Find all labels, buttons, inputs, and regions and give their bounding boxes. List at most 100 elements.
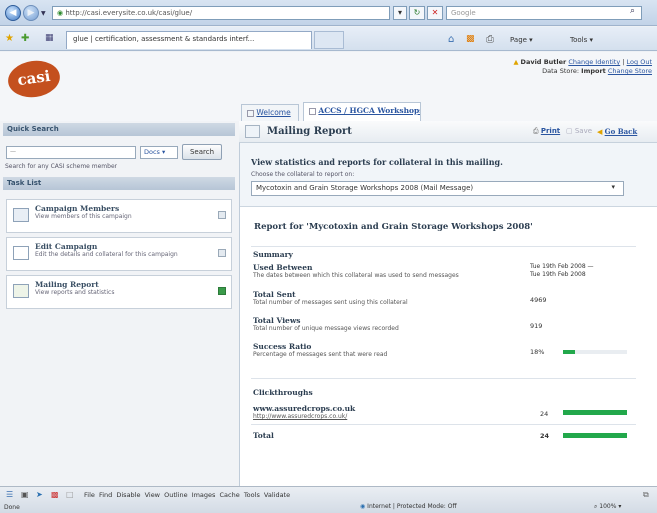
new-tab-button[interactable] (314, 31, 344, 49)
history-dropdown-icon[interactable]: ▼ (41, 10, 46, 17)
command-bar: Page ▾ Tools ▾ (474, 32, 657, 48)
zoom-control[interactable]: ⌕ 100% ▾ (594, 503, 621, 511)
used-between-value: Tue 19th Feb 2008 — Tue 19th Feb 2008 (530, 263, 594, 279)
row-desc: Total number of messages sent using this… (253, 299, 408, 306)
success-ratio-track (563, 350, 627, 354)
user-info: ▲ David Butler Change Identity | Log Out… (513, 58, 652, 75)
data-store-label: Data Store: (542, 67, 580, 75)
print-icon: ⎙ (533, 127, 539, 135)
stop-icon[interactable]: ✕ (427, 6, 443, 20)
success-ratio-value: 18% (530, 348, 545, 356)
forward-icon[interactable]: ▶ (23, 5, 39, 21)
search-button[interactable]: Search (182, 144, 222, 160)
success-ratio-bar (563, 350, 575, 354)
devbar-view[interactable]: View (145, 491, 160, 499)
devbar-cache[interactable]: Cache (220, 491, 240, 499)
add-favorites-icon[interactable]: ✚ (21, 33, 29, 44)
quick-search-header: Quick Search (3, 123, 235, 136)
clickthroughs-heading: Clickthroughs (253, 388, 313, 397)
clear-icon[interactable]: ▩ (51, 490, 59, 499)
favorites-star-icon[interactable]: ★ (5, 33, 14, 44)
task-mailing-report[interactable]: Mailing Report View reports and statisti… (6, 275, 232, 309)
divider (251, 424, 636, 425)
total-label: Total (253, 431, 274, 440)
row-total-views: Total Views Total number of unique messa… (253, 316, 523, 332)
report-title: Report for 'Mycotoxin and Grain Storage … (254, 222, 533, 232)
search-icon[interactable]: ⌕ (630, 6, 635, 16)
tab-welcome-label: Welcome (256, 108, 291, 117)
chevron-down-icon: ▾ (611, 183, 615, 191)
tab-workshops[interactable]: ACCS / HGCA Workshops ⊗ (303, 102, 421, 121)
row-label: Success Ratio (253, 342, 312, 351)
expand-icon[interactable] (218, 211, 226, 219)
devtools-icon[interactable]: ☰ (6, 490, 13, 499)
devbar-validate[interactable]: Validate (264, 491, 290, 499)
task-campaign-members[interactable]: Campaign Members View members of this ca… (6, 199, 232, 233)
change-identity-link[interactable]: Change Identity (568, 58, 620, 66)
row-success-ratio: Success Ratio Percentage of messages sen… (253, 342, 523, 358)
browser-tab-active[interactable]: glue | certification, assessment & stand… (66, 31, 312, 49)
selected-indicator-icon[interactable] (218, 287, 226, 295)
page-icon: ◉ (57, 9, 64, 17)
total-value: 24 (540, 432, 550, 440)
change-store-link[interactable]: Change Store (608, 67, 652, 75)
go-back-action[interactable]: ◀ Go Back (597, 127, 637, 136)
print-action[interactable]: ⎙ Print (533, 127, 560, 136)
address-dropdown-icon[interactable]: ▾ (393, 6, 407, 20)
total-sent-value: 4969 (530, 296, 547, 304)
clickthrough-label: www.assuredcrops.co.uk (253, 404, 356, 413)
save-action[interactable]: ▢ Save (566, 127, 592, 135)
date-end: Tue 19th Feb 2008 (530, 271, 586, 278)
clickthrough-url[interactable]: http://www.assuredcrops.co.uk/ (253, 413, 523, 420)
tools-menu[interactable]: Tools ▾ (570, 32, 593, 48)
total-track (563, 433, 627, 438)
summary-heading: Summary (253, 250, 293, 259)
devbar-find[interactable]: Find (99, 491, 112, 499)
devbar-tools[interactable]: Tools (244, 491, 260, 499)
restore-icon[interactable]: ⧉ (643, 490, 649, 500)
go-back-link: Go Back (604, 127, 638, 136)
expand-icon[interactable] (218, 249, 226, 257)
home-icon[interactable]: ⌂ (448, 34, 454, 45)
data-store-value: Import (581, 67, 606, 75)
url-field[interactable]: ◉ http://casi.everysite.co.uk/casi/glue/ (52, 6, 390, 20)
back-icon[interactable]: ◀ (5, 5, 21, 21)
row-label: Used Between (253, 263, 313, 272)
task-desc: View reports and statistics (35, 289, 115, 296)
back-arrow-icon: ◀ (597, 128, 603, 136)
devbar-images[interactable]: Images (192, 491, 216, 499)
zoom-icon: ⌕ (594, 503, 598, 510)
quick-search-input[interactable]: — (6, 146, 136, 159)
logout-link[interactable]: Log Out (627, 58, 652, 66)
user-icon: ▲ (513, 58, 519, 66)
tab-welcome[interactable]: Welcome (241, 104, 299, 121)
clickthrough-track (563, 410, 627, 415)
total-views-value: 919 (530, 322, 543, 330)
task-title: Mailing Report (35, 280, 99, 289)
page-menu[interactable]: Page ▾ (510, 32, 533, 48)
arrow-icon[interactable]: ➤ (36, 490, 43, 499)
zone-text: Internet | Protected Mode: Off (367, 503, 457, 510)
row-desc: The dates between which this collateral … (253, 272, 459, 279)
folder-icon (13, 208, 29, 222)
tab-workshops-label: ACCS / HGCA Workshops (318, 106, 421, 115)
window-icon[interactable]: □ (66, 490, 74, 499)
task-desc: View members of this campaign (35, 213, 132, 220)
refresh-icon[interactable]: ↻ (409, 6, 425, 20)
row-label: Total Sent (253, 290, 296, 299)
choose-label: Choose the collateral to report on: (251, 171, 355, 178)
devbar-file[interactable]: File (84, 491, 95, 499)
row-clickthrough: www.assuredcrops.co.uk http://www.assure… (253, 404, 523, 420)
devbar-outline[interactable]: Outline (164, 491, 188, 499)
search-hint: Search for any CASI scheme member (5, 163, 118, 170)
tab-list-icon[interactable]: ▦ (45, 33, 54, 43)
search-input[interactable]: Google (446, 6, 642, 20)
collateral-select[interactable]: Mycotoxin and Grain Storage Workshops 20… (251, 181, 624, 196)
task-edit-campaign[interactable]: Edit Campaign Edit the details and colla… (6, 237, 232, 271)
devbar-disable[interactable]: Disable (116, 491, 140, 499)
collateral-select-value: Mycotoxin and Grain Storage Workshops 20… (256, 184, 474, 192)
clickthrough-bar (563, 410, 627, 415)
date-start: Tue 19th Feb 2008 — (530, 263, 594, 270)
search-filter-select[interactable]: Docs ▾ (140, 146, 178, 159)
pin-icon[interactable]: ▣ (21, 490, 29, 499)
